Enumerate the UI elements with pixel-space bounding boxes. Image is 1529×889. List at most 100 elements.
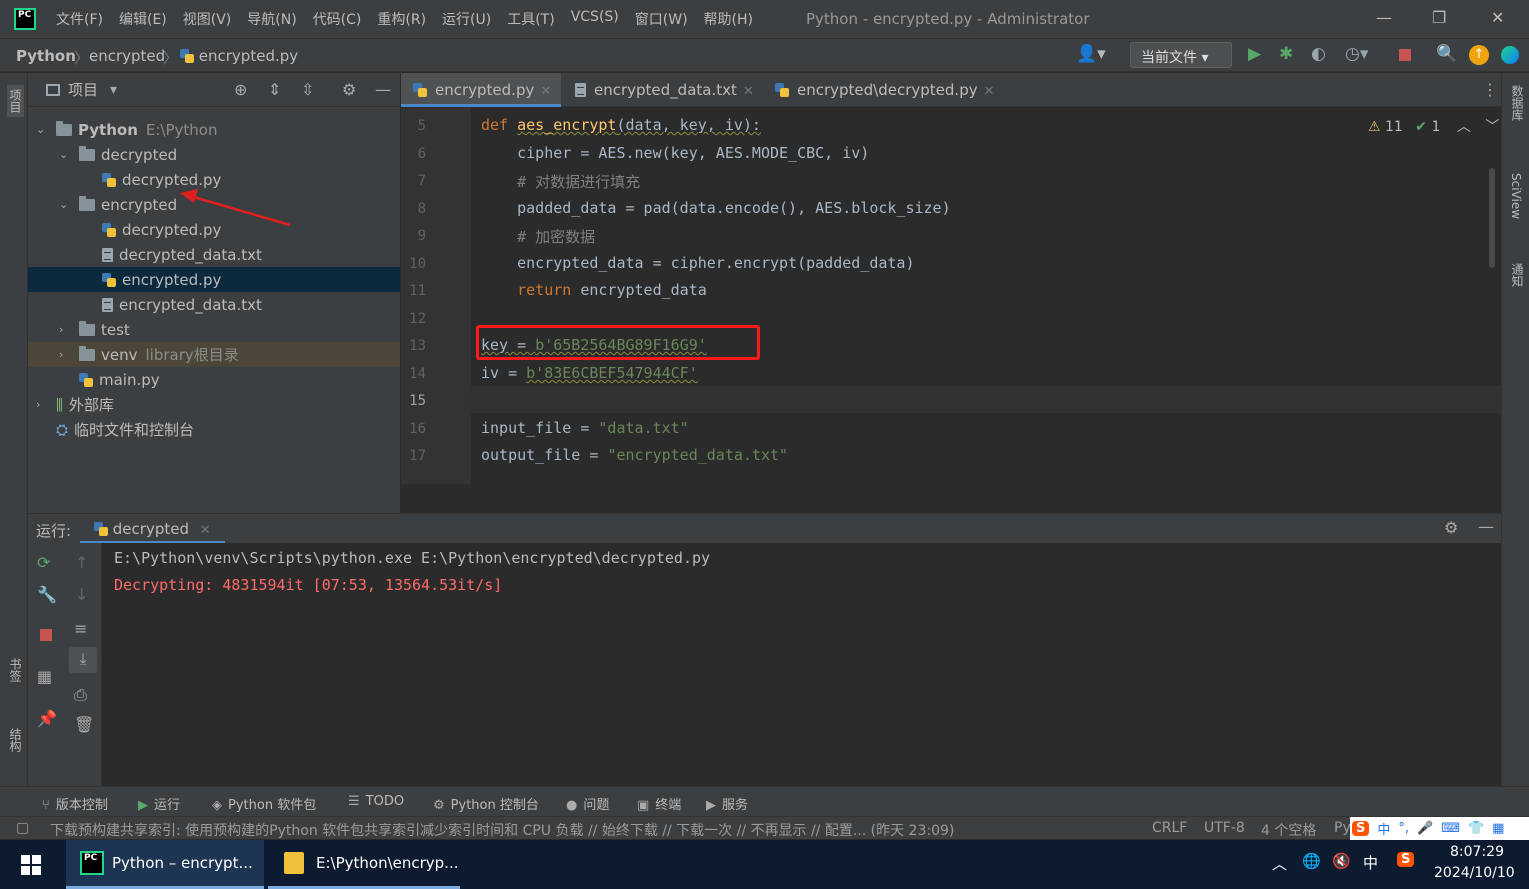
network-icon[interactable]: 🌐 xyxy=(1302,852,1321,870)
run-icon[interactable]: ▶ xyxy=(1248,44,1261,64)
project-panel-title[interactable]: 项目 xyxy=(68,79,98,100)
sogou-tray-icon[interactable]: S xyxy=(1397,852,1415,867)
user-icon[interactable]: 👤▾ xyxy=(1076,44,1106,64)
tree-item[interactable]: encrypted.py xyxy=(28,267,400,292)
run-console-output[interactable]: E:\Python\venv\Scripts\python.exe E:\Pyt… xyxy=(102,543,1501,786)
collapse-all-icon[interactable]: ⇳ xyxy=(301,80,314,99)
stop-icon[interactable] xyxy=(1399,49,1411,61)
notifications-tool-tab[interactable]: 通知 xyxy=(1509,263,1526,287)
hide-panel-icon[interactable]: — xyxy=(375,80,391,99)
run-tab-decrypted[interactable]: decrypted ✕ xyxy=(80,514,225,544)
bottom-tab[interactable]: ⚙ Python 控制台 xyxy=(433,794,539,813)
close-tab-icon[interactable]: ✕ xyxy=(984,84,995,99)
toggle-tool-windows-icon[interactable]: ▢ xyxy=(16,820,29,836)
menu-item[interactable]: 重构(R) xyxy=(377,9,426,29)
chevron-icon[interactable]: ⌄ xyxy=(59,198,73,211)
pycharm-logo-icon[interactable]: PC xyxy=(14,8,36,30)
profile-icon[interactable]: ◷▾ xyxy=(1345,44,1368,64)
locate-icon[interactable]: ⊕ xyxy=(234,80,247,99)
project-tool-tab[interactable]: 项目 xyxy=(7,85,24,117)
rerun-icon[interactable]: ⟳ xyxy=(37,553,50,572)
breadcrumb-root[interactable]: Python xyxy=(16,47,76,65)
tree-item[interactable]: main.py xyxy=(28,367,400,392)
menu-item[interactable]: 导航(N) xyxy=(247,9,296,29)
chevron-icon[interactable]: › xyxy=(36,398,50,411)
structure-tool-tab[interactable]: 结构 xyxy=(7,728,24,752)
menu-item[interactable]: VCS(S) xyxy=(571,9,619,29)
bottom-tab[interactable]: ● 问题 xyxy=(566,794,609,813)
close-tab-icon[interactable]: ✕ xyxy=(743,84,754,99)
tree-item[interactable]: decrypted_data.txt xyxy=(28,242,400,267)
coverage-icon[interactable]: ◐ xyxy=(1311,44,1326,64)
expand-all-icon[interactable]: ⇕ xyxy=(268,80,281,99)
layout-icon[interactable]: ▦ xyxy=(37,667,52,686)
bottom-tab[interactable]: ▶ 服务 xyxy=(706,794,748,813)
menu-item[interactable]: 文件(F) xyxy=(56,9,103,29)
bottom-tab[interactable]: ☰ TODO xyxy=(348,794,404,809)
breadcrumb-folder[interactable]: encrypted xyxy=(89,47,165,65)
hide-panel-icon[interactable]: — xyxy=(1478,517,1494,536)
menu-item[interactable]: 工具(T) xyxy=(507,9,554,29)
gear-icon[interactable]: ⚙ xyxy=(1444,518,1458,537)
soft-wrap-icon[interactable]: ≡ xyxy=(74,619,87,638)
tree-item[interactable]: ⌄ Python E:\Python xyxy=(28,117,400,142)
tree-item[interactable]: encrypted_data.txt xyxy=(28,292,400,317)
chevron-icon[interactable]: › xyxy=(59,323,73,336)
code-editor[interactable]: 5 6 7 8 9 10 11 12 13 14 15 16 17 def aes_encrypt(da… xyxy=(401,108,1501,484)
trash-icon[interactable]: 🗑 xyxy=(74,715,94,734)
editor-tab[interactable]: encrypted_data.txt ✕ xyxy=(563,73,761,107)
tree-item[interactable]: › venv library根目录 xyxy=(28,342,400,367)
tree-item[interactable]: › test xyxy=(28,317,400,342)
breadcrumb-file[interactable]: encrypted.py xyxy=(180,47,298,65)
ide-plugin-icon[interactable] xyxy=(1501,46,1519,64)
tray-chevron-up-icon[interactable]: ︿ xyxy=(1272,853,1287,874)
bottom-tab[interactable]: ▣ 终端 xyxy=(637,794,681,813)
bottom-tab[interactable]: ▶ 运行 xyxy=(138,794,180,813)
wrench-icon[interactable]: 🔧 xyxy=(37,585,57,604)
ime-toolbar[interactable]: S 中 °, 🎤 ⌨ 👕 ▦ xyxy=(1350,817,1529,840)
chevron-icon[interactable]: ⌄ xyxy=(59,148,73,161)
update-icon[interactable]: ↑ xyxy=(1469,45,1489,65)
menu-item[interactable]: 帮助(H) xyxy=(704,9,753,29)
status-message[interactable]: 下载预构建共享索引: 使用预构建的Python 软件包共享索引减少索引时间和 C… xyxy=(50,820,1050,840)
scroll-to-end-icon[interactable]: ⤓ xyxy=(69,647,97,673)
clock-date[interactable]: 2024/10/10 xyxy=(1434,865,1515,881)
sciview-tool-tab[interactable]: SciView xyxy=(1509,173,1523,219)
debug-icon[interactable]: ✱ xyxy=(1279,44,1293,64)
menu-item[interactable]: 编辑(E) xyxy=(119,9,167,29)
close-tab-icon[interactable]: ✕ xyxy=(540,84,551,99)
chevron-icon[interactable]: › xyxy=(59,348,73,361)
close-window-button[interactable]: ✕ xyxy=(1491,8,1504,27)
arrow-up-icon[interactable]: ↑ xyxy=(75,553,88,572)
bottom-tab[interactable]: ◈ Python 软件包 xyxy=(212,794,316,813)
bookmarks-tool-tab[interactable]: 书签 xyxy=(7,658,24,682)
inspection-widget[interactable]: ⚠ 11 ✔ 1 ︿ ﹀ xyxy=(1368,116,1499,136)
more-tabs-icon[interactable]: ⋮ xyxy=(1482,80,1498,99)
arrow-down-icon[interactable]: ↓ xyxy=(75,585,88,604)
minimize-button[interactable]: — xyxy=(1376,8,1392,27)
editor-tab[interactable]: encrypted.py ✕ xyxy=(401,73,561,107)
print-icon[interactable]: ⎙ xyxy=(74,685,87,705)
chevron-down-icon[interactable]: ▾ xyxy=(110,82,117,98)
restore-button[interactable]: ❐ xyxy=(1432,8,1446,27)
close-tab-icon[interactable]: ✕ xyxy=(200,523,211,538)
menu-item[interactable]: 视图(V) xyxy=(183,9,232,29)
indent-setting[interactable]: 4 个空格 xyxy=(1261,820,1316,840)
tree-item[interactable]: › ⫼ 外部库 xyxy=(28,392,400,417)
taskbar-explorer[interactable]: E:\Python\encryp... xyxy=(268,840,460,889)
tree-item[interactable]: ⛭ 临时文件和控制台 xyxy=(28,417,400,442)
editor-tab[interactable]: encrypted\decrypted.py ✕ xyxy=(763,73,995,107)
database-tool-tab[interactable]: 数据库 xyxy=(1509,85,1526,121)
menu-item[interactable]: 窗口(W) xyxy=(635,9,688,29)
file-encoding[interactable]: UTF-8 xyxy=(1204,820,1245,836)
next-highlight-icon[interactable]: ﹀ xyxy=(1485,119,1499,135)
menu-item[interactable]: 运行(U) xyxy=(442,9,491,29)
gear-icon[interactable]: ⚙ xyxy=(342,80,356,99)
prev-highlight-icon[interactable]: ︿ xyxy=(1457,119,1471,135)
interpreter-widget[interactable]: Py xyxy=(1334,820,1351,836)
taskbar-pycharm[interactable]: PC Python – encrypt... xyxy=(66,840,264,889)
line-separator[interactable]: CRLF xyxy=(1152,820,1187,836)
editor-scrollbar[interactable] xyxy=(1489,168,1495,268)
start-button[interactable] xyxy=(0,840,62,889)
volume-muted-icon[interactable]: 🔇 xyxy=(1332,852,1351,870)
